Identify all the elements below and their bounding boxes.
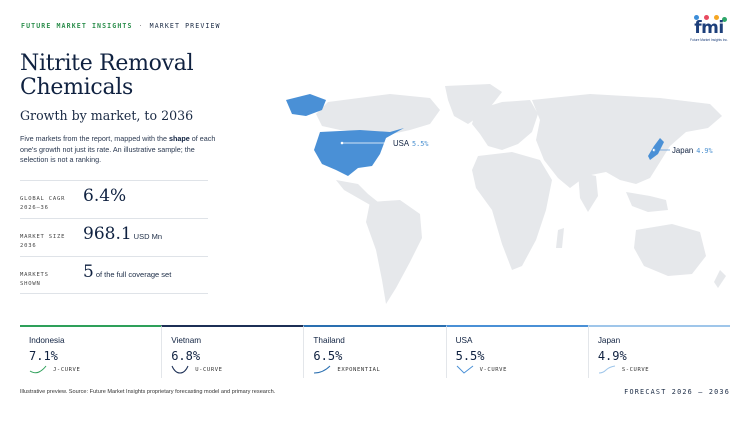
stat-label: MARKETS SHOWN (20, 272, 49, 287)
market-cagr: 6.5% (313, 349, 343, 363)
market-name: USA (455, 336, 473, 345)
market-cagr: 4.9% (597, 349, 627, 363)
description-text: Five markets from the report, mapped wit… (20, 134, 170, 143)
fmi-logo[interactable]: fmi Future Market Insights Inc. (687, 15, 731, 42)
market-name: Japan (597, 336, 621, 345)
market-cagr: 5.5% (455, 349, 485, 363)
india (578, 172, 598, 212)
africa (472, 152, 552, 270)
map-label-japan: Japan 4.9% (672, 146, 713, 155)
key-stats: GLOBAL CAGR 2026–36 6.4% MARKET SIZE 2036 … (20, 180, 208, 294)
market-name: Indonesia (29, 336, 65, 345)
brand-name: FUTURE MARKET INSIGHTS (21, 22, 133, 30)
market-card-thailand[interactable]: Thailand 6.5% EXPONENTIAL (303, 325, 446, 378)
market-card-japan[interactable]: Japan 4.9% S-CURVE (587, 325, 731, 378)
stat-label: GLOBAL CAGR 2026–36 (20, 196, 66, 211)
south-america (366, 200, 422, 304)
landmasses (316, 84, 726, 304)
market-cards: Indonesia 7.1% J-CURVE Vietnam 6.8% U-CU… (20, 325, 731, 378)
market-card-indonesia[interactable]: Indonesia 7.1% J-CURVE (20, 325, 162, 378)
usa-contiguous (314, 128, 404, 176)
australia (634, 224, 706, 276)
j-curve-icon (29, 365, 47, 374)
market-cagr: 6.8% (171, 349, 201, 363)
market-card-vietnam[interactable]: Vietnam 6.8% U-CURVE (161, 325, 304, 378)
separator: · (138, 22, 144, 30)
world-map-svg (286, 84, 726, 304)
forecast-period: FORECAST 2026 – 2036 (624, 388, 730, 396)
canada (316, 94, 440, 134)
top-bar: FUTURE MARKET INSIGHTS · MARKET PREVIEW (21, 22, 221, 30)
exponential-curve-icon (314, 365, 331, 374)
page-subtitle: Growth by market, to 2036 (20, 108, 194, 123)
market-card-usa[interactable]: USA 5.5% V-CURVE (445, 325, 588, 378)
market-name: Thailand (313, 336, 345, 345)
page-title: Nitrite Removal Chemicals (20, 51, 194, 100)
stat-global-cagr: GLOBAL CAGR 2026–36 6.4% (20, 180, 208, 218)
asia (532, 94, 722, 188)
market-name: Vietnam (171, 336, 202, 345)
curve-type: V-CURVE (479, 367, 507, 373)
southeast-asia (626, 192, 668, 212)
curve-type: S-CURVE (621, 367, 650, 373)
world-map: USA 5.5% Japan 4.9% (240, 80, 745, 310)
curve-type: J-CURVE (53, 367, 81, 373)
s-curve-icon (598, 365, 615, 374)
stat-value: 5 of the full coverage set (83, 262, 172, 282)
stat-market-size: MARKET SIZE 2036 968.1 USD Mn (20, 218, 208, 256)
stat-value: 6.4% (83, 186, 127, 206)
stat-markets-shown: MARKETS SHOWN 5 of the full coverage set (20, 256, 208, 294)
description-emphasis: shape (169, 134, 190, 143)
description: Five markets from the report, mapped wit… (20, 134, 220, 166)
section-label: MARKET PREVIEW (149, 22, 221, 30)
source-note: Illustrative preview. Source: Future Mar… (20, 389, 276, 395)
logo-subtext: Future Market Insights Inc. (690, 38, 728, 42)
stat-value: 968.1 USD Mn (83, 224, 163, 244)
curve-type: EXPONENTIAL (337, 367, 381, 373)
madagascar (556, 228, 564, 248)
curve-type: U-CURVE (195, 367, 223, 373)
map-label-usa: USA 5.5% (393, 139, 429, 148)
logo-text: fmi (694, 18, 724, 38)
stat-label: MARKET SIZE 2036 (20, 234, 66, 249)
v-curve-icon (456, 365, 473, 374)
u-curve-icon (171, 365, 189, 374)
new-zealand (714, 270, 726, 288)
market-cagr: 7.1% (29, 349, 58, 363)
